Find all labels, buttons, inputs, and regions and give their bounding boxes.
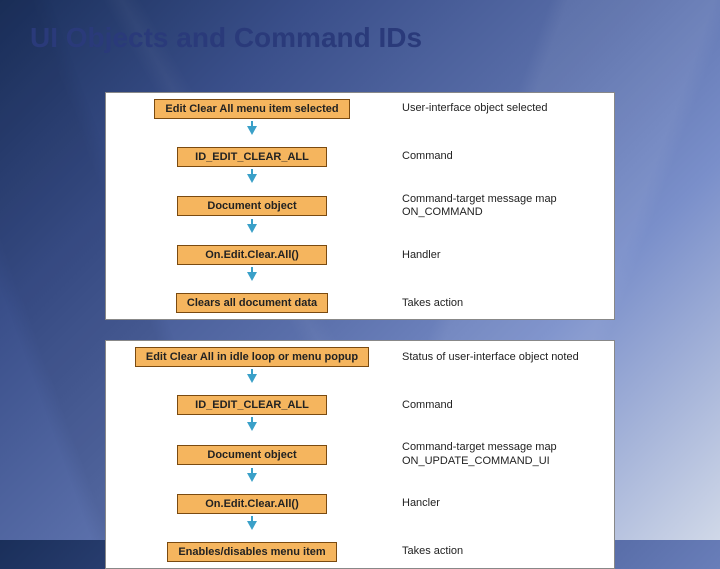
flow-step: Edit Clear All in idle loop or menu popu… [112, 345, 608, 369]
flow-step: Document object Command-target message m… [112, 193, 608, 219]
flow-block-command: Edit Clear All menu item selected User-i… [105, 92, 615, 320]
flow-block-update-ui: Edit Clear All in idle loop or menu popu… [105, 340, 615, 568]
step-desc: Command [392, 399, 608, 412]
step-box: Edit Clear All menu item selected [154, 99, 349, 119]
flow-step: On.Edit.Clear.All() Hancler [112, 492, 608, 516]
arrow-down-icon [247, 473, 257, 482]
step-box: Edit Clear All in idle loop or menu popu… [135, 347, 369, 367]
step-box: Document object [177, 445, 327, 465]
diagram-area: Edit Clear All menu item selected User-i… [105, 92, 615, 569]
arrow-down-icon [247, 174, 257, 183]
step-desc: Command-target message map ON_COMMAND [392, 193, 608, 219]
arrow-down-icon [247, 272, 257, 281]
arrow-down-icon [247, 126, 257, 135]
step-box: On.Edit.Clear.All() [177, 494, 327, 514]
step-box: Document object [177, 196, 327, 216]
step-desc: User-interface object selected [392, 102, 608, 115]
arrow-down-icon [247, 374, 257, 383]
step-box: Clears all document data [176, 293, 328, 313]
flow-step: On.Edit.Clear.All() Handler [112, 243, 608, 267]
slide-title: UI Objects and Command IDs [30, 22, 422, 54]
step-box: ID_EDIT_CLEAR_ALL [177, 147, 327, 167]
flow-step: Clears all document data Takes action [112, 291, 608, 315]
step-box: Enables/disables menu item [167, 542, 336, 562]
step-desc: Command-target message map ON_UPDATE_COM… [392, 441, 608, 467]
arrow-down-icon [247, 422, 257, 431]
flow-step: Enables/disables menu item Takes action [112, 540, 608, 564]
flow-step: ID_EDIT_CLEAR_ALL Command [112, 145, 608, 169]
step-box: ID_EDIT_CLEAR_ALL [177, 395, 327, 415]
step-desc: Status of user-interface object noted [392, 351, 608, 364]
step-desc: Takes action [392, 545, 608, 558]
arrow-down-icon [247, 521, 257, 530]
flow-step: Edit Clear All menu item selected User-i… [112, 97, 608, 121]
flow-step: Document object Command-target message m… [112, 441, 608, 467]
step-desc: Handler [392, 249, 608, 262]
step-box: On.Edit.Clear.All() [177, 245, 327, 265]
step-desc: Takes action [392, 297, 608, 310]
flow-step: ID_EDIT_CLEAR_ALL Command [112, 393, 608, 417]
arrow-down-icon [247, 224, 257, 233]
step-desc: Hancler [392, 497, 608, 510]
step-desc: Command [392, 150, 608, 163]
